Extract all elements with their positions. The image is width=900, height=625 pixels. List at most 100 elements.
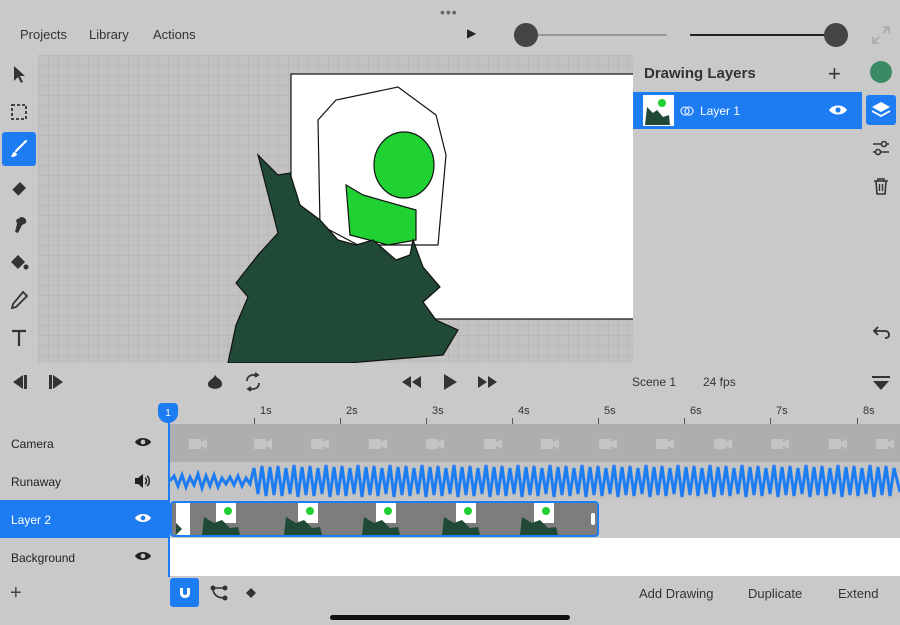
duplicate-button[interactable]: Duplicate [748,586,802,601]
eye-icon[interactable] [134,549,152,563]
eyedropper-icon [10,290,29,310]
sliders-icon [873,140,889,156]
frame-thumbnail [520,503,558,535]
expand-icon[interactable] [870,24,892,46]
drawing-clip[interactable] [170,501,599,537]
camera-keyframe-icon [876,439,894,449]
play-icon[interactable] [441,372,459,392]
tick-label: 2s [346,405,358,417]
extend-button[interactable]: Extend [838,586,878,601]
camera-keyframe-icon [189,439,207,449]
camera-track-content[interactable] [170,424,900,462]
collapse-timeline-icon[interactable] [870,373,892,393]
track-name: Runaway [11,475,62,489]
camera-keyframe-icon [771,439,789,449]
color-picker-button[interactable] [866,57,896,87]
cursor-icon [14,66,25,83]
brush-opacity-knob[interactable] [824,23,848,47]
text-tool[interactable] [2,321,36,355]
brush-tool[interactable] [2,132,36,166]
blend-mode-icon[interactable] [680,105,694,117]
previous-frame-icon[interactable] [8,373,28,391]
text-icon [12,329,26,346]
rewind-icon[interactable] [400,373,422,391]
track-background[interactable]: Background [0,538,168,576]
track-name: Camera [11,437,54,451]
adjustments-button[interactable] [866,133,896,163]
marquee-tool[interactable] [2,95,36,129]
menu-actions[interactable]: Actions [153,27,196,42]
camera-keyframe-icon [254,439,272,449]
track-name: Background [11,551,76,565]
window-grabber-icon[interactable]: ••• [440,4,458,20]
top-bar: ••• Projects Library Actions ▶ [0,0,900,55]
add-layer-icon[interactable]: + [828,61,841,87]
eye-icon[interactable] [134,435,152,449]
snap-button[interactable] [170,578,199,607]
background-track-content[interactable] [170,538,900,576]
fill-tool[interactable] [2,245,36,279]
camera-keyframe-icon [714,439,732,449]
playhead[interactable]: 1 [158,403,178,423]
keyframe-icon[interactable] [246,588,256,598]
playback-bar: Scene 1 24 fps [0,363,900,400]
clip-trim-handle[interactable] [591,513,595,525]
next-frame-icon[interactable] [48,373,68,391]
speaker-icon[interactable] [134,473,152,489]
frame-thumbnail [284,503,322,535]
delete-button[interactable] [866,171,896,201]
track-layer-2[interactable]: Layer 2 [0,500,168,538]
timeline-ruler[interactable]: 1s 2s 3s 4s 5s 6s 7s 8s [168,400,900,424]
fps-label[interactable]: 24 fps [703,375,736,389]
audio-waveform[interactable] [170,462,900,500]
frame-thumbnail [362,503,400,535]
playhead-line [168,423,170,577]
scene-label[interactable]: Scene 1 [632,375,676,389]
frame-thumbnail [442,503,480,535]
camera-keyframe-icon [426,439,444,449]
brush-opacity-track[interactable] [690,34,836,36]
add-drawing-button[interactable]: Add Drawing [639,586,713,601]
layers-button[interactable] [866,95,896,125]
camera-keyframe-icon [599,439,617,449]
camera-keyframe-icon [656,439,674,449]
smudge-icon [15,217,27,233]
home-indicator [330,615,570,620]
layer-2-track-content[interactable] [170,500,900,538]
select-tool[interactable] [2,57,36,91]
tick-label: 4s [518,405,530,417]
path-tool-icon[interactable] [209,584,229,602]
preview-play-icon[interactable]: ▶ [467,26,476,40]
tick-label: 6s [690,405,702,417]
undo-icon [872,326,890,339]
track-camera[interactable]: Camera [0,424,168,462]
drawing-canvas[interactable] [38,55,633,363]
camera-keyframe-icon [484,439,502,449]
animation-app: ••• Projects Library Actions ▶ Drawing L… [0,0,900,625]
layers-panel: Drawing Layers + Layer 1 [633,55,862,363]
add-track-icon[interactable]: + [10,582,22,605]
tool-bar [0,55,38,363]
fast-forward-icon[interactable] [477,373,499,391]
eye-icon[interactable] [828,103,848,117]
magnet-icon [179,587,190,598]
eraser-tool[interactable] [2,170,36,204]
eraser-icon [11,182,26,197]
camera-keyframe-icon [541,439,559,449]
undo-button[interactable] [866,317,896,347]
eye-icon[interactable] [134,511,152,525]
smudge-tool[interactable] [2,208,36,242]
camera-keyframe-icon [369,439,387,449]
track-audio[interactable]: Runaway [0,462,168,500]
brush-size-knob[interactable] [514,23,538,47]
onion-skin-icon[interactable] [205,372,225,392]
eyedropper-tool[interactable] [2,283,36,317]
menu-projects[interactable]: Projects [20,27,67,42]
layer-row[interactable]: Layer 1 [633,92,862,129]
menu-library[interactable]: Library [89,27,129,42]
artwork [227,73,633,363]
color-swatch [870,61,892,83]
loop-icon[interactable] [243,372,263,392]
tick-label: 1s [260,405,272,417]
frame-thumbnail [176,503,190,535]
